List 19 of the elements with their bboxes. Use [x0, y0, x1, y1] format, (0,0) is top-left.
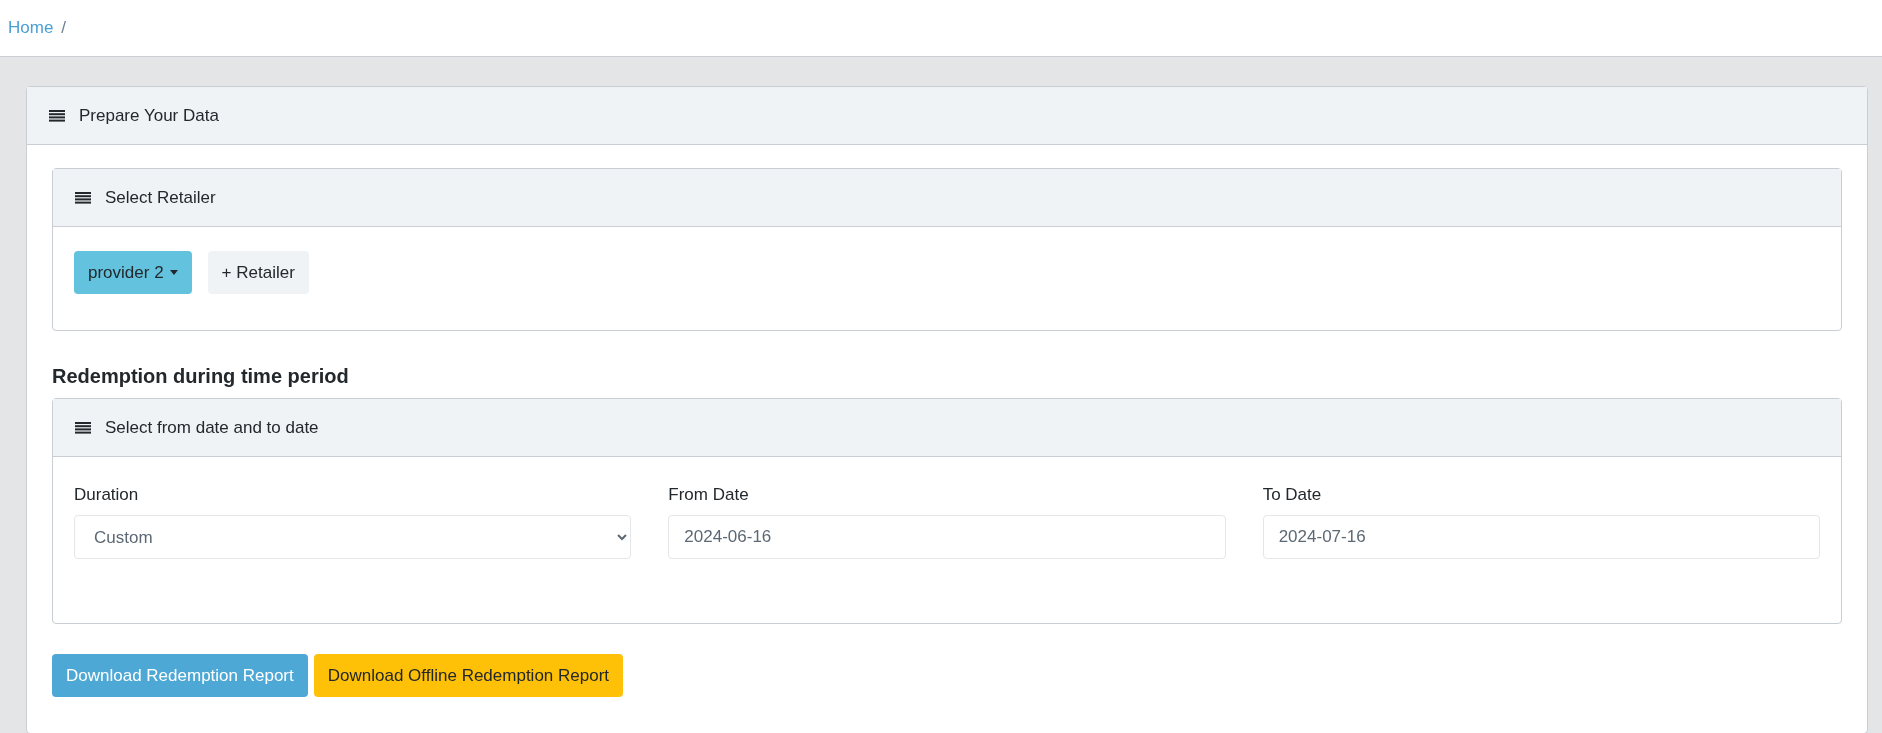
field-label: Duration	[74, 485, 140, 505]
card-title: Prepare Your Data	[79, 105, 219, 126]
breadcrumb-link[interactable]: Home	[8, 18, 54, 38]
menu-icon	[75, 191, 91, 204]
date-input[interactable]: 2024-07-16	[1262, 515, 1820, 559]
retailer-dropdown-button[interactable]: provider 2	[74, 251, 192, 294]
section-heading: Redemption during time period	[52, 365, 350, 388]
field-label: To Date	[1262, 485, 1323, 505]
menu-icon	[75, 421, 91, 434]
date-input[interactable]: 2024-06-16	[668, 515, 1226, 559]
menu-icon	[49, 109, 65, 122]
download-offline-report-button[interactable]: Download Offline Redemption Report	[313, 654, 624, 697]
caret-icon	[169, 270, 178, 275]
card-title: Select Retailer	[105, 187, 216, 208]
card-title: Select from date and to date	[105, 417, 319, 438]
add-retailer-button[interactable]: + Retailer	[207, 251, 309, 294]
field-label: From Date	[668, 485, 750, 505]
breadcrumb-separator: /	[61, 18, 67, 38]
duration-select[interactable]: Custom	[74, 515, 632, 559]
